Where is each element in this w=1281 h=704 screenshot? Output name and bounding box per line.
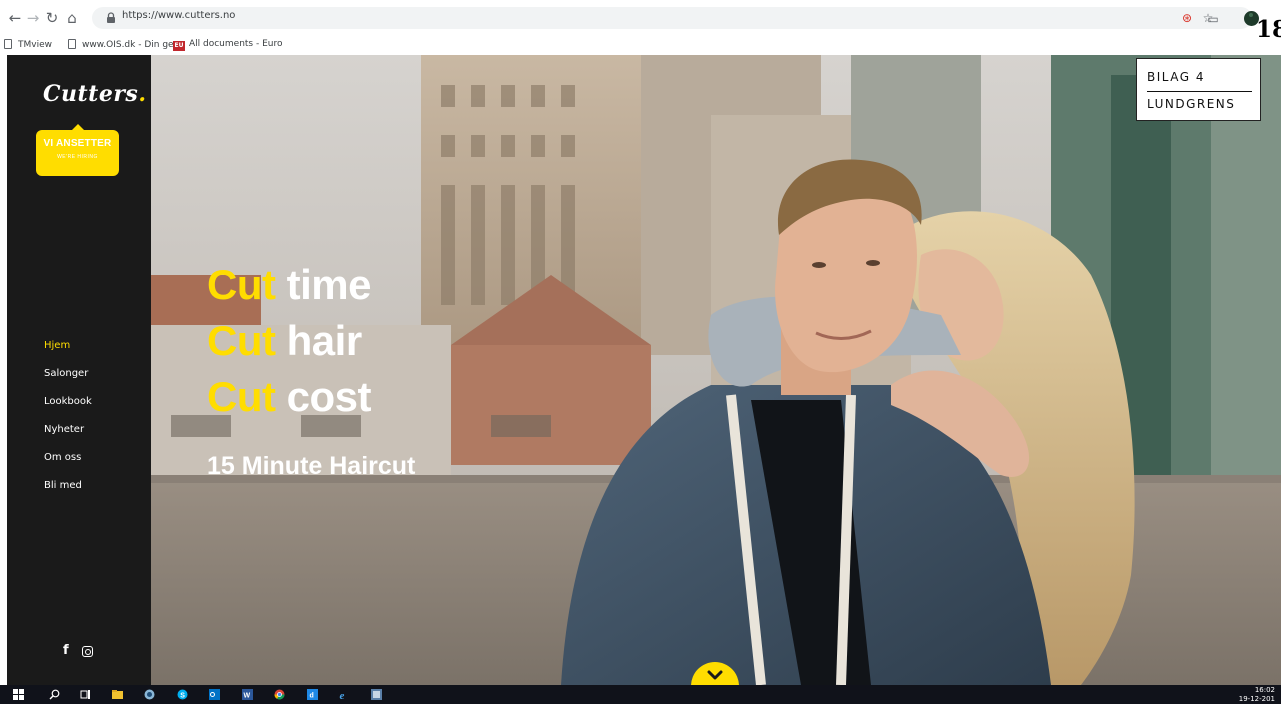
internet-explorer-icon[interactable]: e [339, 689, 350, 700]
bookmark-ois[interactable]: www.OIS.dk - Din ge [68, 39, 174, 50]
taskbar: S W d e 16:02 19-12-201 [0, 685, 1281, 704]
url-text: https://www.cutters.no [122, 10, 236, 21]
reader-icon[interactable]: ▭ [1205, 11, 1221, 27]
exhibit-stamp: BILAG 4 LUNDGRENS [1136, 58, 1261, 121]
address-bar[interactable]: https://www.cutters.no ⊛ ☆ [92, 7, 1252, 29]
page-icon [4, 39, 12, 49]
instagram-icon[interactable] [82, 646, 93, 657]
svg-text:W: W [244, 693, 251, 700]
hiring-label: VI ANSETTER [43, 138, 112, 149]
eu-badge-icon: EU [173, 41, 185, 51]
bookmark-all-documents[interactable]: EU All documents - Euro [173, 39, 283, 51]
app-d-icon[interactable]: d [307, 689, 318, 700]
headline-line: Cut cost [207, 373, 372, 420]
skype-icon[interactable]: S [177, 689, 188, 700]
home-icon[interactable]: ⌂ [63, 9, 81, 27]
app-icon[interactable] [371, 689, 382, 700]
logo[interactable]: Cutters. [43, 81, 146, 107]
facebook-icon[interactable]: f [63, 643, 69, 658]
system-clock[interactable]: 16:02 19-12-201 [1239, 686, 1275, 704]
forward-arrow-icon[interactable]: → [24, 9, 42, 27]
website: Cutters. VI ANSETTER WE'RE HIRING Hjem S… [7, 55, 1281, 685]
nav-item-hjem[interactable]: Hjem [44, 339, 92, 367]
search-icon[interactable] [49, 689, 60, 700]
stamp-firm-label: LUNDGRENS [1147, 97, 1236, 111]
hero: Cut time Cut hair Cut cost 15 Minute Hai… [151, 55, 1281, 685]
chevron-down-icon [707, 670, 723, 680]
bookmark-tmview[interactable]: TMview [4, 39, 52, 50]
nav-item-om-oss[interactable]: Om oss [44, 451, 92, 479]
nav-item-nyheter[interactable]: Nyheter [44, 423, 92, 451]
svg-text:d: d [310, 693, 314, 700]
page-icon [68, 39, 76, 49]
screen: ← → ↻ ⌂ https://www.cutters.no ⊛ ☆ ▭ 18 … [0, 0, 1281, 704]
hero-tagline: 15 Minute Haircut [207, 452, 416, 480]
chrome-icon[interactable] [274, 689, 285, 700]
sidebar: Cutters. VI ANSETTER WE'RE HIRING Hjem S… [7, 55, 151, 685]
nav-item-lookbook[interactable]: Lookbook [44, 395, 92, 423]
back-arrow-icon[interactable]: ← [6, 9, 24, 27]
stamp-exhibit-label: BILAG 4 [1147, 70, 1205, 84]
task-view-icon[interactable] [80, 689, 91, 700]
clock-date: 19-12-201 [1238, 695, 1275, 703]
word-icon[interactable]: W [242, 689, 253, 700]
svg-text:e: e [340, 690, 345, 700]
clock-time: 16:02 [1254, 686, 1275, 694]
nav-item-salonger[interactable]: Salonger [44, 367, 92, 395]
hiring-button[interactable]: VI ANSETTER WE'RE HIRING [36, 124, 119, 176]
browser-toolbar: ← → ↻ ⌂ https://www.cutters.no ⊛ ☆ ▭ 18 [0, 0, 1281, 43]
windows-start-icon[interactable] [13, 689, 24, 700]
outlook-icon[interactable] [209, 689, 220, 700]
extension-icon[interactable]: ⊛ [1179, 10, 1195, 26]
nav-item-bli-med[interactable]: Bli med [44, 479, 92, 507]
headline-line: Cut hair [207, 317, 362, 364]
file-explorer-icon[interactable] [112, 689, 123, 700]
bookmarks-bar: TMview www.OIS.dk - Din ge EU All documen… [0, 36, 1281, 55]
hiring-sublabel: WE'RE HIRING [57, 154, 98, 160]
browser-chrome: ← → ↻ ⌂ https://www.cutters.no ⊛ ☆ ▭ 18 … [0, 0, 1281, 55]
lock-icon [107, 12, 115, 23]
app-icon[interactable] [144, 689, 155, 700]
hero-headline: Cut time Cut hair Cut cost [207, 257, 372, 425]
reload-icon[interactable]: ↻ [43, 9, 61, 27]
headline-line: Cut time [207, 261, 372, 308]
svg-text:S: S [180, 692, 185, 699]
stamp-divider [1147, 91, 1252, 92]
main-nav: Hjem Salonger Lookbook Nyheter Om oss Bl… [44, 339, 92, 507]
